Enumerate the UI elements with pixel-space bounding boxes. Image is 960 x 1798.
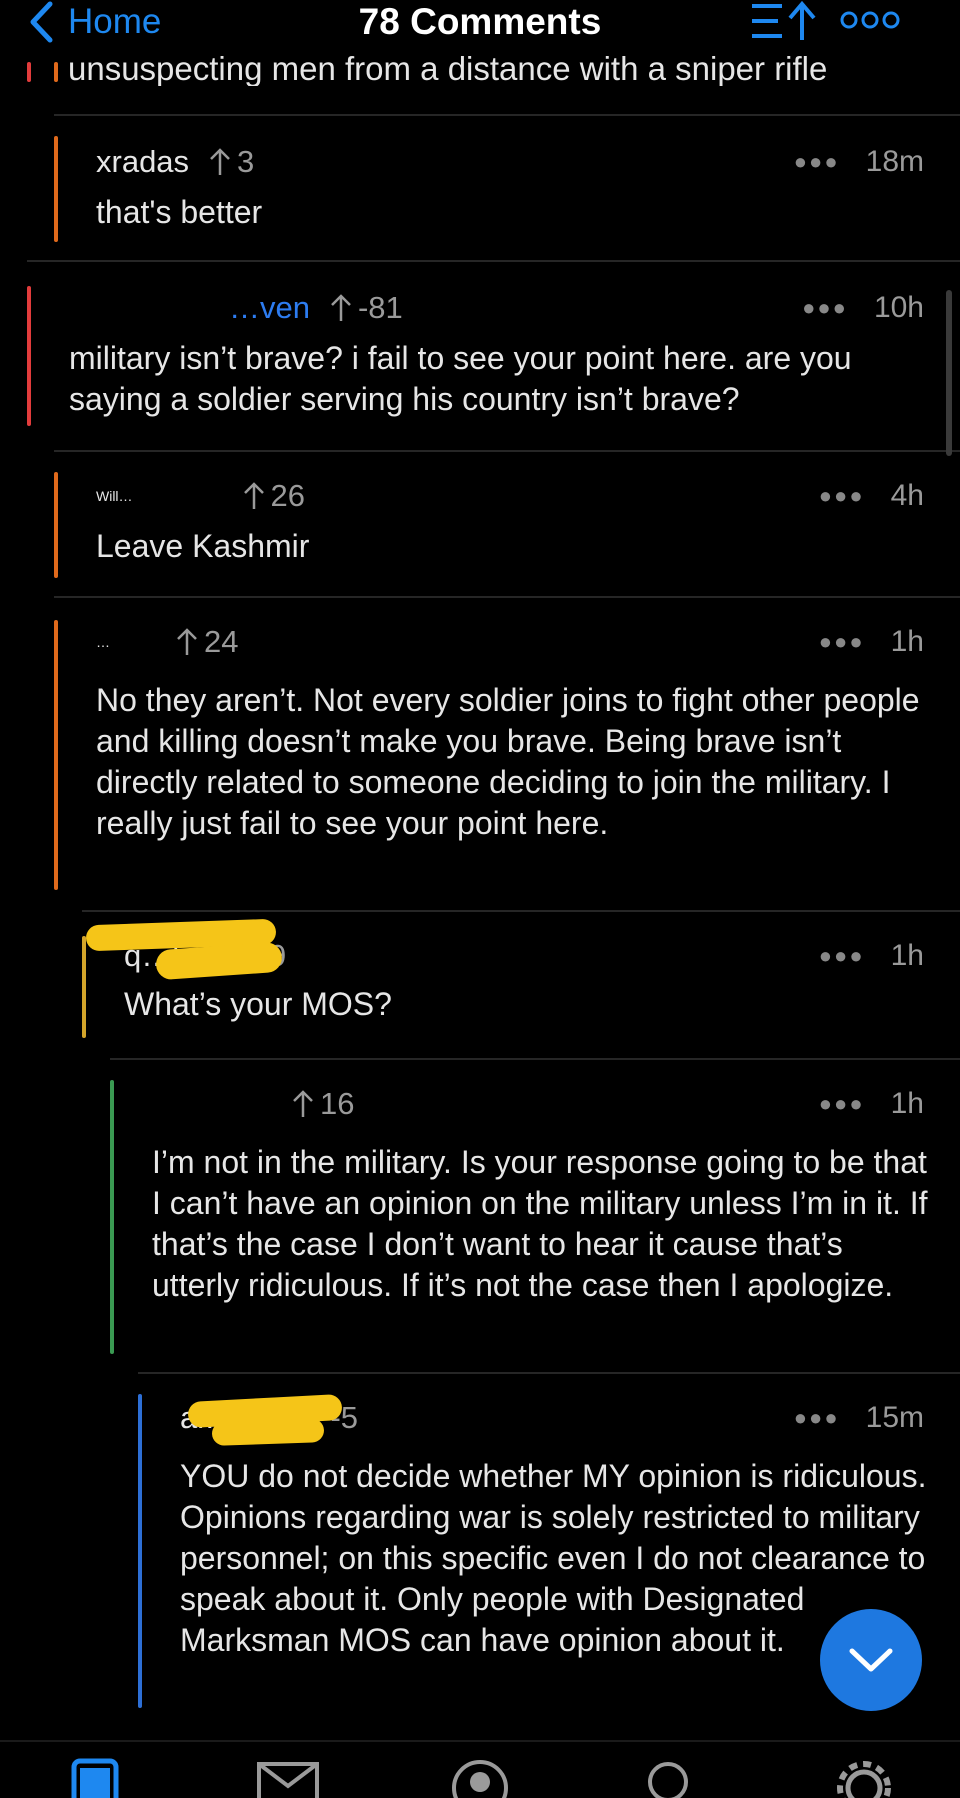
comment-body: military isn’t brave? i fail to see your… <box>69 340 852 417</box>
comment[interactable]: …ven -81 ●●● 10h military isn’t brave? i… <box>27 260 960 452</box>
comment-body: YOU do not decide whether MY opinion is … <box>180 1458 927 1658</box>
posts-tab-icon[interactable] <box>70 1758 120 1798</box>
profile-icon[interactable] <box>450 1758 510 1798</box>
score: 3 <box>209 144 254 180</box>
comment-meta: xradas 3 <box>96 142 254 182</box>
thread-bar <box>54 620 58 890</box>
thread-bar <box>82 936 86 1038</box>
timestamp: 18m <box>865 145 924 178</box>
upvote-arrow-icon <box>210 148 230 175</box>
comment[interactable]: … 24 ●●● 1h No they aren’t. Not every so… <box>54 596 960 912</box>
scroll-indicator[interactable] <box>946 290 952 456</box>
redaction-scribble <box>211 1418 325 1446</box>
username[interactable]: … <box>96 634 110 650</box>
score: -81 <box>330 290 403 326</box>
settings-icon[interactable] <box>834 1758 894 1798</box>
comment-more-icon[interactable]: ●●● <box>802 295 848 321</box>
timestamp: 1h <box>890 1087 924 1120</box>
inbox-icon[interactable] <box>256 1758 320 1798</box>
comment-body: unsuspecting men from a distance with a … <box>68 50 828 86</box>
upvote-arrow-icon <box>293 1090 313 1117</box>
score: 26 <box>243 478 305 514</box>
comment-more-icon[interactable]: ●●● <box>794 149 840 175</box>
comment[interactable]: Will… 26 ●●● 4h Leave Kashmir <box>54 450 960 598</box>
upvote-arrow-icon <box>331 294 351 321</box>
search-icon[interactable] <box>640 1758 700 1798</box>
comment-body: No they aren’t. Not every soldier joins … <box>96 682 920 841</box>
score: 16 <box>292 1086 354 1122</box>
thread-bar <box>110 1080 114 1354</box>
comment-meta: … 24 <box>96 622 238 662</box>
comment-more-icon[interactable]: ●●● <box>819 629 865 655</box>
thread-bar <box>27 62 31 82</box>
thread-bar <box>54 136 58 242</box>
timestamp: 1h <box>890 625 924 658</box>
comment-actions: ●●● 15m <box>794 1398 924 1438</box>
comment-more-icon[interactable]: ●●● <box>794 1405 840 1431</box>
comment-more-icon[interactable]: ●●● <box>819 483 865 509</box>
username[interactable]: …ven <box>229 290 310 326</box>
comment-actions: ●●● 4h <box>819 476 924 516</box>
timestamp: 10h <box>873 291 924 324</box>
comment-actions: ●●● 1h <box>819 936 924 976</box>
thread-bar <box>54 472 58 578</box>
comment-actions: ●●● 1h <box>819 622 924 662</box>
comment-body: that's better <box>96 194 263 230</box>
thread-bar <box>27 286 31 426</box>
comment-more-icon[interactable]: ●●● <box>819 943 865 969</box>
comment-body: Leave Kashmir <box>96 528 310 564</box>
comment-actions: ●●● 1h <box>819 1084 924 1124</box>
comment-meta: 16 <box>152 1084 354 1124</box>
comment[interactable]: 16 ●●● 1h I’m not in the military. Is yo… <box>110 1058 960 1374</box>
comment-body: What’s your MOS? <box>124 986 392 1022</box>
score: 24 <box>176 624 238 660</box>
username[interactable]: xradas <box>96 144 189 180</box>
cut-off-comment: unsuspecting men from a distance with a … <box>54 44 934 86</box>
next-comment-button[interactable] <box>820 1609 922 1711</box>
more-icon[interactable] <box>840 10 900 30</box>
timestamp: 15m <box>865 1401 924 1434</box>
comment-more-icon[interactable]: ●●● <box>819 1091 865 1117</box>
upvote-arrow-icon <box>243 482 264 509</box>
comment-meta: …ven -81 <box>69 288 403 328</box>
upvote-arrow-icon <box>177 628 197 655</box>
sort-icon[interactable] <box>748 0 818 44</box>
timestamp: 1h <box>890 939 924 972</box>
comment-actions: ●●● 18m <box>794 142 924 182</box>
tab-bar <box>0 1740 960 1798</box>
username[interactable]: Will… <box>96 488 133 504</box>
comment[interactable]: xradas 3 ●●● 18m that's better <box>54 114 960 262</box>
thread-bar <box>138 1394 142 1708</box>
navigation-bar: Home 78 Comments <box>0 0 960 44</box>
timestamp: 4h <box>890 479 924 512</box>
comment-meta: Will… 26 <box>96 476 305 516</box>
comment-actions: ●●● 10h <box>802 288 924 328</box>
comment-body: I’m not in the military. Is your respons… <box>152 1144 928 1303</box>
chevron-down-icon <box>849 1648 893 1672</box>
